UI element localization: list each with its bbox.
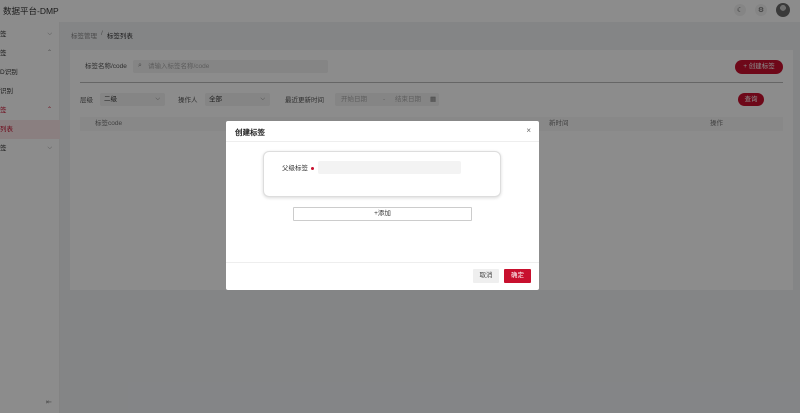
parent-tag-field[interactable] [318,161,461,174]
add-button[interactable]: +添加 [293,207,472,221]
divider [226,262,539,263]
required-indicator [311,167,314,170]
modal-title: 创建标签 [235,128,265,137]
cancel-button[interactable]: 取消 [473,269,499,283]
confirm-button[interactable]: 确定 [504,269,531,283]
parent-tag-label: 父级标签 [282,165,308,172]
create-tag-modal: 创建标签 × 父级标签 +添加 取消 确定 [226,121,539,290]
close-icon[interactable]: × [526,126,531,135]
parent-tag-card: 父级标签 [263,151,501,197]
divider [226,141,539,142]
